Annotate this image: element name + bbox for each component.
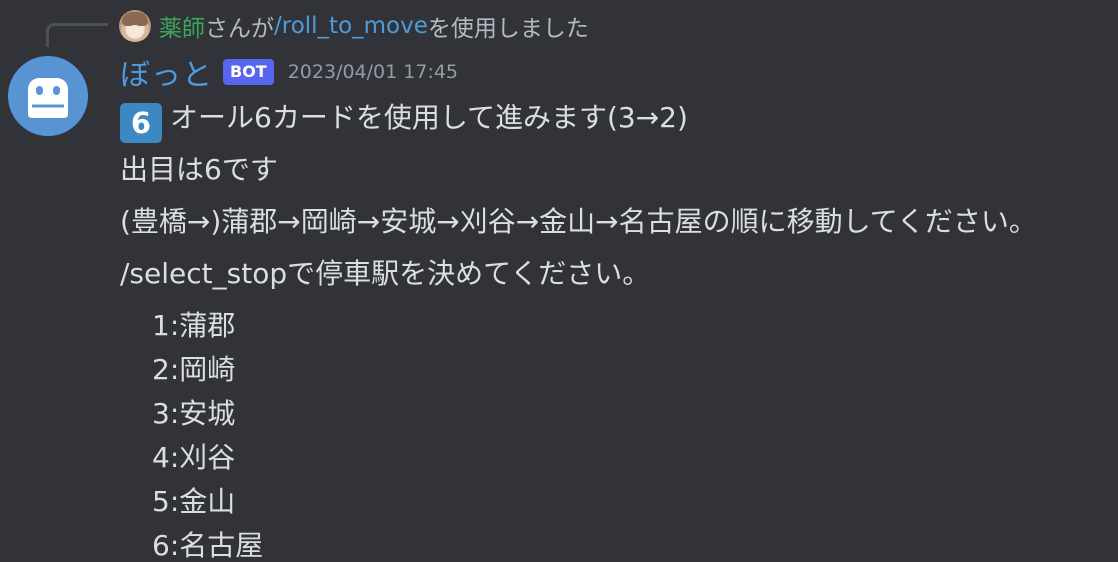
reply-user-avatar[interactable] [119, 10, 151, 42]
bot-badge: BOT [223, 59, 274, 85]
reply-connector-line [46, 23, 108, 47]
bot-avatar[interactable] [8, 56, 88, 136]
reply-used-suffix: を使用しました [427, 16, 589, 42]
reply-command-link[interactable]: /roll_to_move [274, 13, 428, 39]
message-line-route: (豊橋→)蒲郡→岡崎→安城→刈谷→金山→名古屋の順に移動してください。 [120, 205, 1037, 238]
message-line-dice: 出目は6です [120, 153, 278, 186]
command-reference[interactable]: 薬師 さんが /roll_to_move を使用しました [119, 8, 589, 44]
chat-message: 薬師 さんが /roll_to_move を使用しました ぼっと BOT 202… [0, 0, 1118, 562]
message-line-instruction: /select_stopで停車駅を決めてください。 [120, 257, 651, 290]
message-line-card: 6 オール6カードを使用して進みます(3→2) [120, 96, 1110, 143]
stop-list-item: 2:岡崎 [152, 353, 236, 386]
keycap-six-icon: 6 [120, 103, 162, 143]
card-usage-text: オール6カードを使用して進みます(3→2) [170, 101, 688, 134]
stop-list: 1:蒲郡 2:岡崎 3:安城 4:刈谷 5:金山 6:名古屋 [120, 304, 1110, 562]
message-header: ぼっと BOT 2023/04/01 17:45 [120, 50, 458, 94]
stop-list-item: 1:蒲郡 [152, 309, 236, 342]
stop-list-item: 5:金山 [152, 485, 236, 518]
discord-default-avatar-icon [28, 78, 68, 118]
message-content: 6 オール6カードを使用して進みます(3→2) 出目は6です (豊橋→)蒲郡→岡崎… [120, 96, 1110, 562]
message-timestamp[interactable]: 2023/04/01 17:45 [288, 61, 458, 83]
stop-list-item: 4:刈谷 [152, 441, 236, 474]
reply-username[interactable]: 薬師 [159, 9, 205, 43]
stop-list-item: 6:名古屋 [152, 529, 264, 562]
reply-used-prefix: さんが [205, 16, 274, 42]
author-username[interactable]: ぼっと [120, 50, 213, 94]
stop-list-item: 3:安城 [152, 397, 236, 430]
